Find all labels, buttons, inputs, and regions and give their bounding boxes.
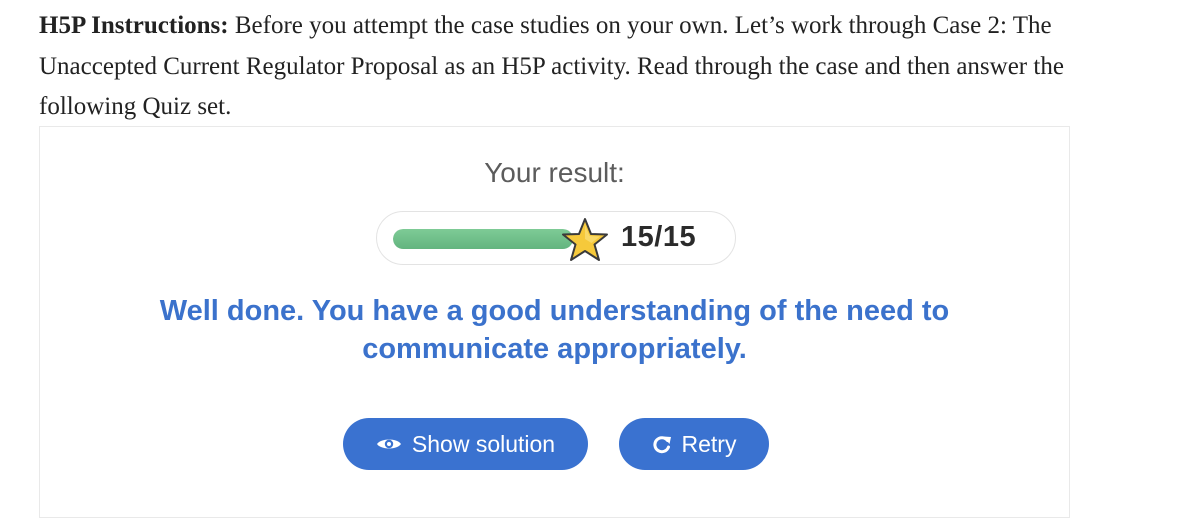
retry-label: Retry xyxy=(681,430,737,457)
h5p-quiz-result-panel: Your result: 15/15 Well done. You have a… xyxy=(39,126,1070,518)
show-solution-label: Show solution xyxy=(411,430,556,457)
score-text: 15/15 xyxy=(621,221,697,253)
feedback-message: Well done. You have a good understanding… xyxy=(159,295,950,365)
show-solution-button[interactable]: Show solution xyxy=(343,418,588,470)
instructions-label: H5P Instructions: xyxy=(39,12,229,39)
retry-button[interactable]: Retry xyxy=(619,418,769,470)
retry-icon xyxy=(652,434,672,454)
eye-icon xyxy=(376,436,402,452)
score-bar: 15/15 xyxy=(376,211,736,265)
result-label: Your result: xyxy=(484,157,625,188)
star-icon xyxy=(562,218,608,261)
progress-track xyxy=(393,229,573,249)
instructions-paragraph: H5P Instructions: Before you attempt the… xyxy=(39,6,1079,128)
progress-fill xyxy=(393,229,573,249)
